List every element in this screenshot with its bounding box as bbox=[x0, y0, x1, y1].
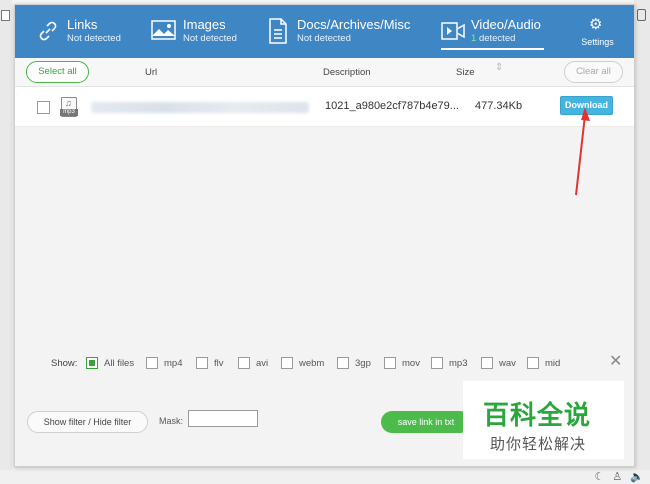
filter-mid[interactable]: mid bbox=[527, 355, 560, 371]
tab-video-audio-status-text: detected bbox=[478, 33, 516, 44]
download-button[interactable]: Download bbox=[560, 96, 613, 115]
settings-button[interactable]: ⚙ Settings bbox=[575, 5, 620, 58]
save-link-button[interactable]: save link in txt bbox=[381, 411, 471, 433]
filter-label: webm bbox=[299, 357, 325, 369]
tab-docs[interactable]: Docs/Archives/Misc Not detected bbox=[267, 5, 417, 58]
watermark-subtitle: 助你轻松解决 bbox=[490, 435, 587, 453]
checkbox[interactable] bbox=[196, 357, 208, 369]
filter-webm[interactable]: webm bbox=[281, 355, 324, 371]
row-description: 1021_a980e2cf787b4e79... bbox=[325, 100, 459, 112]
music-note-icon: ♫ bbox=[65, 98, 72, 108]
checkbox-checked[interactable] bbox=[86, 357, 98, 369]
media-list: ♫ mp3 1021_a980e2cf787b4e79... 477.34Kb … bbox=[15, 87, 634, 347]
checkbox[interactable] bbox=[481, 357, 493, 369]
file-type-label: mp3 bbox=[60, 109, 78, 116]
tab-links-label: Links bbox=[67, 17, 98, 32]
left-browser-edge bbox=[0, 0, 12, 484]
gear-icon: ⚙ bbox=[589, 16, 603, 33]
tab-video-audio-label: Video/Audio bbox=[471, 17, 541, 32]
clear-all-button[interactable]: Clear all bbox=[564, 61, 623, 83]
filter-avi[interactable]: avi bbox=[238, 355, 268, 371]
url-blurred[interactable] bbox=[91, 102, 309, 113]
tab-images-status: Not detected bbox=[183, 33, 237, 44]
speaker-icon[interactable]: 🔈 bbox=[630, 471, 644, 484]
checkbox[interactable] bbox=[384, 357, 396, 369]
tab-links-status: Not detected bbox=[67, 33, 121, 44]
document-icon bbox=[1, 10, 10, 21]
watermark-title: 百科全说 bbox=[483, 401, 592, 431]
checkbox[interactable] bbox=[281, 357, 293, 369]
filter-label: wav bbox=[499, 357, 516, 369]
filter-label: mp4 bbox=[164, 357, 183, 369]
mask-input[interactable] bbox=[188, 410, 258, 427]
size-column-header: Size bbox=[456, 67, 475, 78]
downloader-popup: Links Not detected Images Not detected D… bbox=[14, 4, 635, 467]
filter-mov[interactable]: mov bbox=[384, 355, 420, 371]
window-icon bbox=[637, 9, 646, 21]
tab-docs-status: Not detected bbox=[297, 33, 351, 44]
sort-icon[interactable]: ⇕ bbox=[495, 62, 503, 73]
tab-images-label: Images bbox=[183, 17, 226, 32]
filter-label: All files bbox=[104, 357, 135, 369]
row-checkbox[interactable] bbox=[37, 101, 50, 114]
filter-wav[interactable]: wav bbox=[481, 355, 516, 371]
file-type-filters: Show: All files mp4 flv avi webm 3gp mov… bbox=[15, 354, 634, 372]
watermark: 百科全说 助你轻松解决 bbox=[463, 381, 624, 459]
column-header-bar: Select all Url Description Size ⇕ Clear … bbox=[15, 58, 634, 87]
settings-label: Settings bbox=[581, 37, 614, 47]
row-size: 477.34Kb bbox=[475, 100, 523, 112]
show-label: Show: bbox=[51, 358, 78, 369]
moon-icon[interactable]: ☾ bbox=[595, 471, 605, 484]
filter-label: mid bbox=[545, 357, 561, 369]
filter-mp4[interactable]: mp4 bbox=[146, 355, 182, 371]
checkbox[interactable] bbox=[238, 357, 250, 369]
system-tray: ☾ ♙ 🔈 bbox=[595, 471, 644, 484]
video-icon bbox=[441, 21, 465, 46]
url-column-header: Url bbox=[145, 67, 158, 78]
filter-mp3[interactable]: mp3 bbox=[431, 355, 467, 371]
detected-count: 1 bbox=[471, 33, 477, 44]
filter-all-files[interactable]: All files bbox=[86, 355, 134, 371]
mask-label: Mask: bbox=[159, 416, 184, 426]
filter-label: flv bbox=[214, 357, 224, 369]
image-icon bbox=[151, 20, 176, 45]
taskbar: ☾ ♙ 🔈 bbox=[0, 470, 650, 484]
checkbox[interactable] bbox=[146, 357, 158, 369]
media-row: ♫ mp3 1021_a980e2cf787b4e79... 477.34Kb … bbox=[15, 87, 634, 127]
select-all-button[interactable]: Select all bbox=[26, 61, 89, 83]
filter-label: 3gp bbox=[355, 357, 371, 369]
tab-video-audio[interactable]: Video/Audio 1 detected bbox=[441, 5, 551, 58]
filter-3gp[interactable]: 3gp bbox=[337, 355, 371, 371]
bell-icon[interactable]: ♙ bbox=[612, 471, 622, 484]
checkbox[interactable] bbox=[527, 357, 539, 369]
show-hide-filter-button[interactable]: Show filter / Hide filter bbox=[27, 411, 148, 433]
checkbox[interactable] bbox=[431, 357, 443, 369]
category-tabs: Links Not detected Images Not detected D… bbox=[15, 5, 634, 58]
active-tab-indicator bbox=[441, 48, 544, 50]
document-icon bbox=[268, 18, 288, 49]
browser-page: ☾ ♙ 🔈 Links Not detected Images Not dete… bbox=[0, 0, 650, 484]
close-icon[interactable]: ✕ bbox=[609, 354, 622, 370]
tab-links[interactable]: Links Not detected bbox=[33, 5, 143, 58]
audio-file-icon: ♫ mp3 bbox=[60, 97, 78, 117]
link-icon bbox=[36, 19, 60, 48]
filter-label: avi bbox=[256, 357, 269, 369]
filter-label: mp3 bbox=[449, 357, 468, 369]
tab-docs-label: Docs/Archives/Misc bbox=[297, 17, 411, 32]
description-column-header: Description bbox=[323, 67, 371, 78]
checkbox[interactable] bbox=[337, 357, 349, 369]
filter-label: mov bbox=[402, 357, 420, 369]
right-browser-edge bbox=[634, 0, 650, 484]
filter-flv[interactable]: flv bbox=[196, 355, 224, 371]
tab-video-audio-status: 1 detected bbox=[471, 33, 515, 44]
tab-images[interactable]: Images Not detected bbox=[150, 5, 260, 58]
